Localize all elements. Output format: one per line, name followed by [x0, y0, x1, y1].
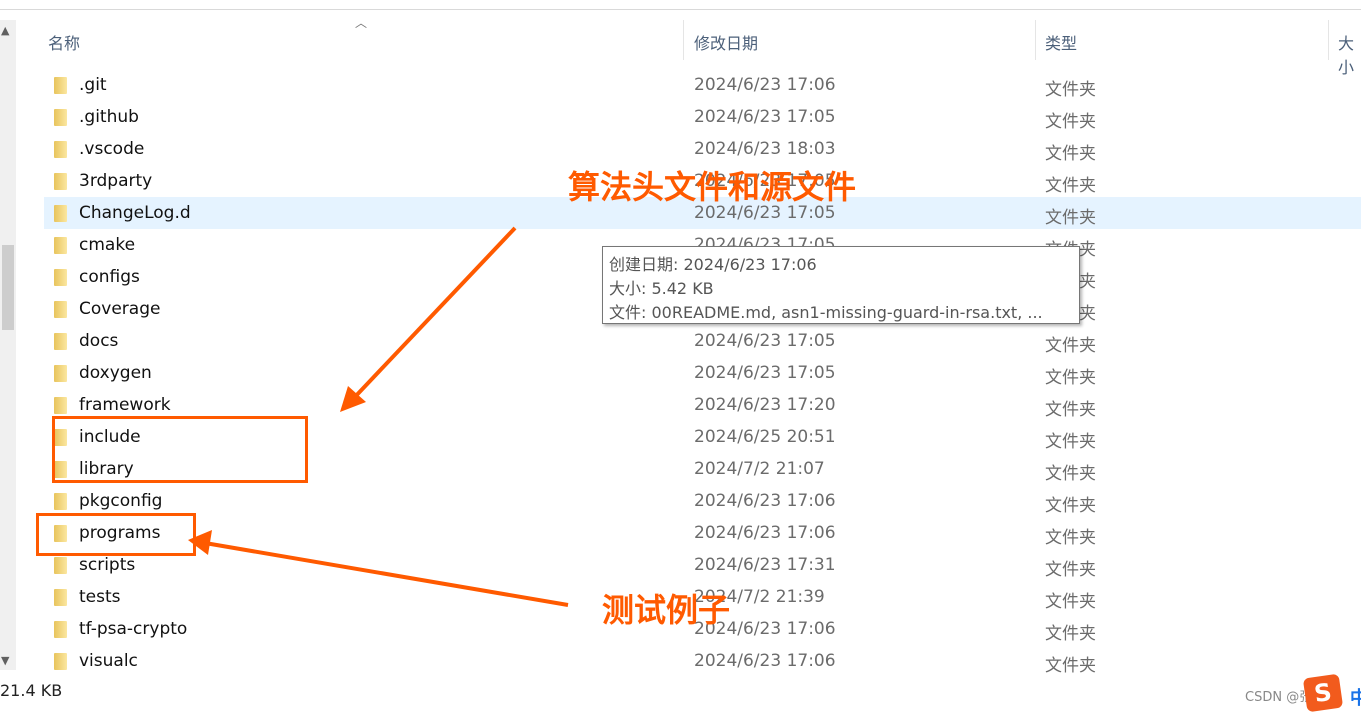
arrowhead-bottom — [188, 530, 212, 555]
annotation-headers-sources: 算法头文件和源文件 — [568, 168, 857, 206]
arrow-line-bottom — [204, 541, 569, 607]
sogou-ime-logo-icon[interactable]: S — [1302, 673, 1344, 712]
arrow-line-top — [350, 226, 517, 402]
annotation-test-examples: 测试例子 — [602, 591, 731, 629]
ime-language-indicator[interactable]: 中 — [1350, 684, 1361, 710]
